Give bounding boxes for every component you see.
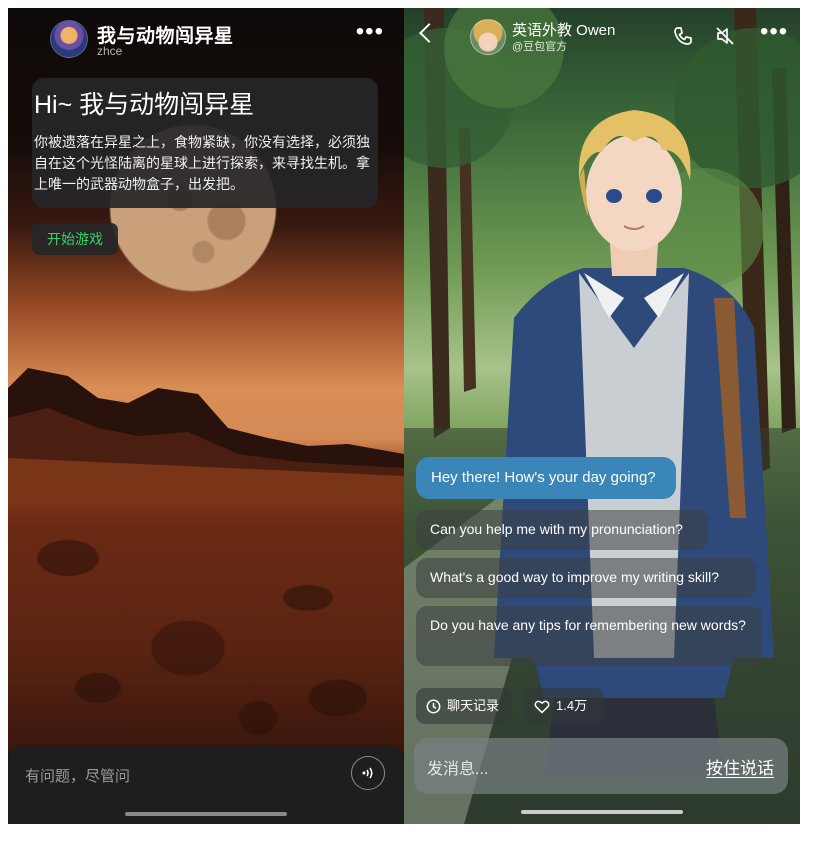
like-button[interactable]: 1.4万: [524, 688, 604, 724]
rocky-ground: [8, 488, 404, 753]
mars-game-screen: 我与动物闯异星 zhce ••• Hi~ 我与动物闯异星 你被遗落在异星之上，食…: [8, 8, 404, 824]
suggested-reply[interactable]: Do you have any tips for remembering new…: [416, 606, 762, 666]
home-indicator: [521, 810, 683, 814]
bot-avatar[interactable]: [50, 20, 88, 58]
message-input[interactable]: 有问题，尽管问: [25, 765, 130, 786]
more-horizontal-icon[interactable]: •••: [356, 20, 384, 44]
bot-author: @豆包官方: [512, 41, 568, 53]
phone-icon[interactable]: [672, 25, 694, 47]
heart-icon: [534, 700, 550, 713]
chat-history-label: 聊天记录: [447, 698, 500, 713]
suggested-reply[interactable]: Can you help me with my pronunciation?: [416, 510, 708, 550]
hold-to-talk-button[interactable]: 按住说话: [706, 754, 774, 779]
voice-wave-icon[interactable]: [351, 756, 385, 790]
intro-title: Hi~ 我与动物闯异星: [34, 91, 255, 119]
like-count: 1.4万: [556, 698, 588, 713]
more-horizontal-icon[interactable]: •••: [760, 20, 788, 44]
bot-author: zhce: [97, 44, 123, 58]
speaker-muted-icon[interactable]: [714, 25, 736, 47]
bot-message-bubble: Hey there! How's your day going?: [416, 457, 676, 499]
message-input-bar: 有问题，尽管问: [8, 745, 404, 824]
intro-text: 你被遗落在异星之上，食物紧缺，你没有选择，必须独自在这个光怪陆离的星球上进行探索…: [34, 134, 370, 192]
bot-name: 英语外教 Owen: [512, 22, 616, 39]
clock-icon: [426, 699, 441, 713]
owen-chat-screen: 英语外教 Owen @豆包官方 ••• Hey there! How's you…: [404, 8, 800, 824]
suggested-reply[interactable]: What's a good way to improve my writing …: [416, 558, 756, 598]
chat-history-button[interactable]: 聊天记录: [416, 688, 512, 724]
bot-avatar[interactable]: [470, 19, 506, 55]
message-input[interactable]: 发消息...: [427, 755, 488, 779]
chat-header: 我与动物闯异星 zhce •••: [8, 8, 404, 68]
mesa-mountains: [8, 368, 404, 498]
start-game-button[interactable]: 开始游戏: [32, 223, 118, 255]
message-input-bar: 发消息... 按住说话: [414, 738, 788, 794]
intro-card: Hi~ 我与动物闯异星 你被遗落在异星之上，食物紧缺，你没有选择，必须独自在这个…: [32, 78, 378, 208]
owen-character-illustration: [494, 110, 774, 778]
home-indicator: [125, 812, 287, 816]
